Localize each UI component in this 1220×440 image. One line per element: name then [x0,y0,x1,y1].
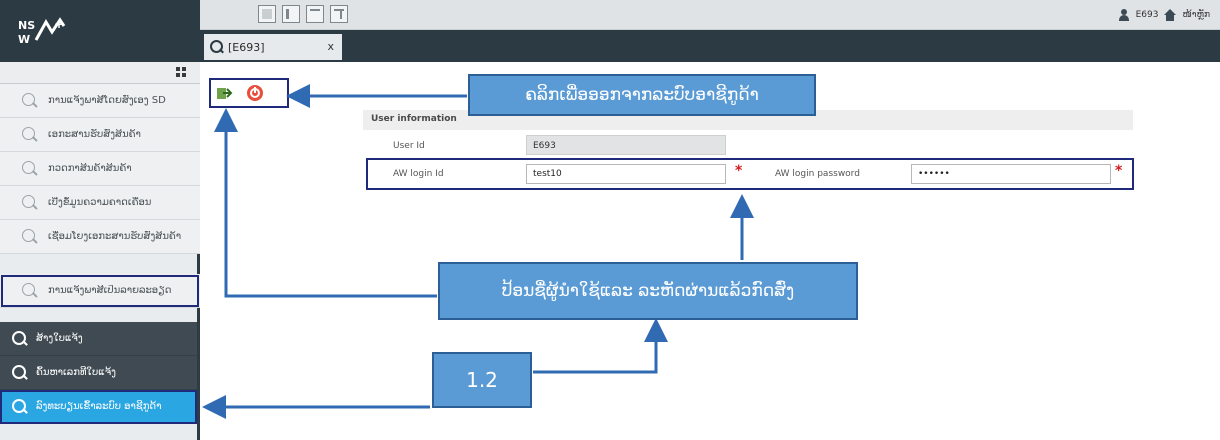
step-label-callout: 1.2 [432,352,532,408]
annotation-arrows [202,84,754,419]
logout-hint-callout: ຄລິກເພື່ອອອກຈາກລະບົບອາຊີກູດ້າ [468,74,816,116]
input-hint-callout: ປ້ອນຊື່ຜູ້ນຳໃຊ້ແລະ ລະຫັດຜ່ານແລ້ວກົດສົ່ງ [438,262,858,320]
